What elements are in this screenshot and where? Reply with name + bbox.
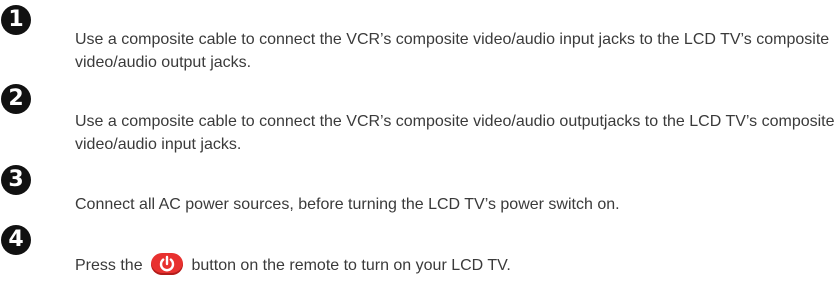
step-text-after: button on the remote to turn on your LCD… [191,257,511,274]
step-instruction: Press the button on the remote to turn o… [75,253,835,277]
step-number-badge: 4 [1,225,31,255]
step-instruction: Use a composite cable to connect the VCR… [75,31,830,71]
step-text-before: Press the [75,257,143,274]
power-icon [159,255,175,272]
step-number-badge: 1 [1,5,31,35]
step-number-badge: 3 [1,165,31,195]
step-number-badge: 2 [1,84,31,114]
step-instruction: Use a composite cable to connect the VCR… [75,113,835,153]
step-instruction: Connect all AC power sources, before tur… [75,196,620,213]
power-button-graphic [151,253,184,275]
